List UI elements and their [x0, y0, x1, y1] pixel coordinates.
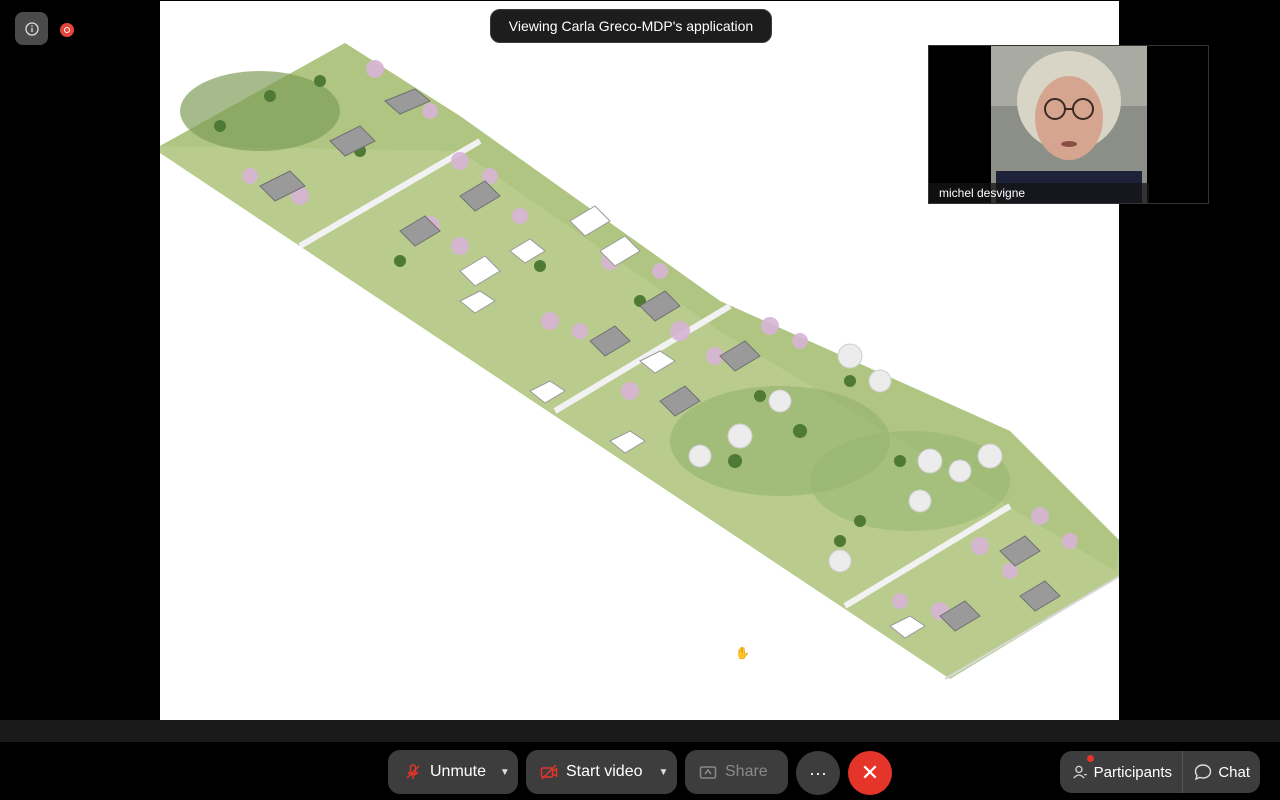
more-icon: ···	[809, 762, 827, 783]
chevron-down-icon: ▼	[658, 766, 669, 778]
right-toolbar-group: Participants Chat	[1060, 751, 1260, 793]
participant-video	[991, 46, 1147, 203]
start-video-label: Start video	[566, 763, 643, 780]
unmute-button-group: Unmute ▼	[388, 750, 518, 794]
meeting-info-button[interactable]	[15, 12, 48, 45]
video-options-caret[interactable]: ▼	[650, 767, 677, 778]
chat-label: Chat	[1218, 763, 1250, 781]
leave-meeting-button[interactable]: ✕	[848, 751, 892, 795]
participants-button[interactable]: Participants	[1060, 751, 1182, 793]
share-label: Share	[725, 763, 768, 780]
participant-video-tile[interactable]: michel desvigne	[928, 45, 1209, 204]
start-video-button[interactable]: Start video	[526, 763, 650, 781]
participants-icon	[1073, 765, 1087, 779]
unmute-label: Unmute	[430, 763, 487, 780]
video-off-icon	[540, 764, 558, 780]
meeting-toolbar: Unmute ▼ Start video ▼ Share ··· ✕ Parti…	[0, 742, 1280, 800]
chat-icon	[1195, 764, 1212, 781]
content-divider-strip	[0, 720, 1280, 742]
share-button[interactable]: Share	[685, 750, 788, 794]
mic-muted-icon	[406, 764, 420, 779]
more-options-button[interactable]: ···	[796, 751, 840, 795]
participants-label: Participants	[1093, 763, 1172, 781]
recording-icon	[60, 23, 74, 37]
viewing-banner: Viewing Carla Greco-MDP's application	[490, 9, 772, 43]
video-button-group: Start video ▼	[526, 750, 677, 794]
participant-name: michel desvigne	[929, 183, 1149, 203]
unmute-button[interactable]: Unmute	[388, 763, 492, 781]
chat-button[interactable]: Chat	[1182, 751, 1260, 793]
notification-badge	[1087, 755, 1094, 762]
cursor-hand-icon: ✋	[735, 646, 750, 660]
info-icon	[24, 21, 39, 36]
close-icon: ✕	[860, 760, 880, 785]
chevron-down-icon: ▼	[499, 766, 510, 778]
share-icon	[699, 766, 717, 779]
viewing-banner-text: Viewing Carla Greco-MDP's application	[508, 18, 754, 34]
audio-options-caret[interactable]: ▼	[492, 767, 518, 778]
